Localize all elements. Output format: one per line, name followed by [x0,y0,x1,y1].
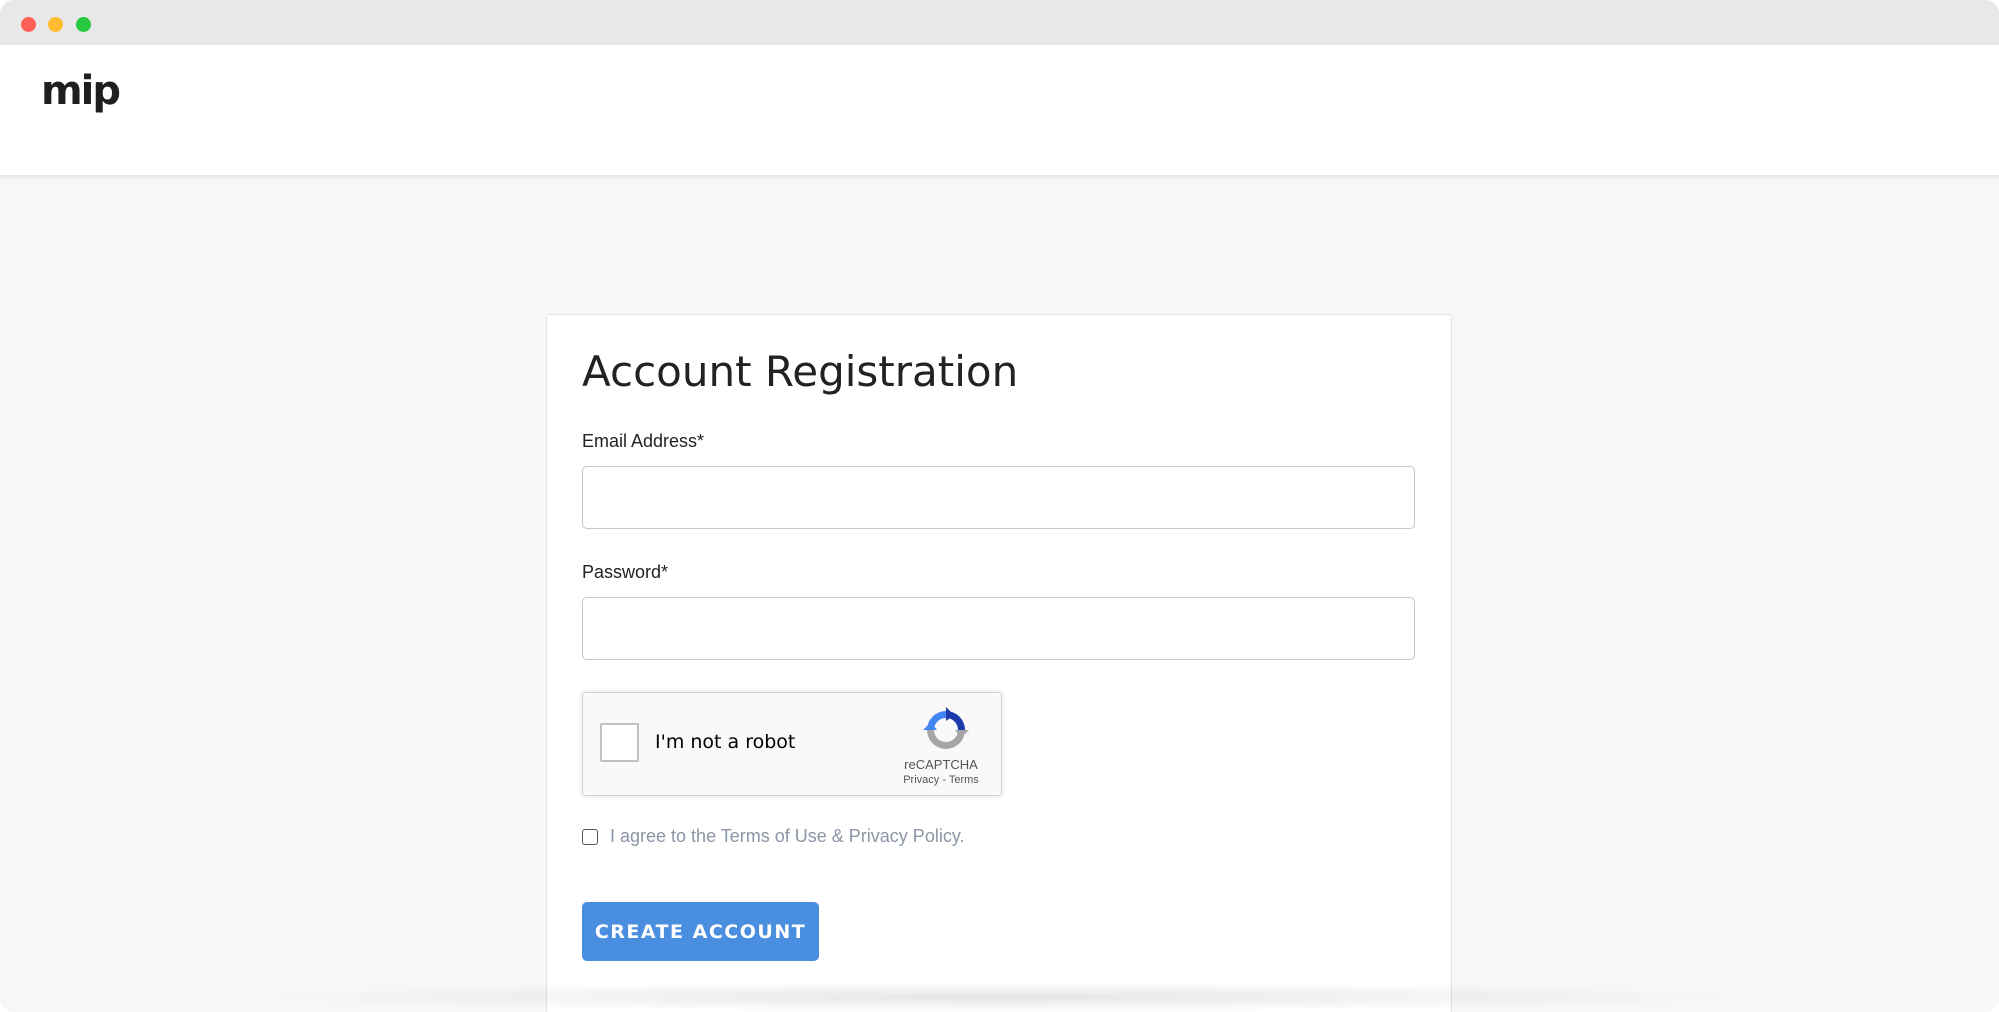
recaptcha-links: Privacy - Terms [881,774,1001,786]
terms-privacy-link[interactable]: Terms of Use & Privacy Policy [721,826,960,846]
zoom-window-button[interactable] [76,17,91,32]
terms-agreement-checkbox[interactable] [582,829,598,845]
recaptcha-terms-link[interactable]: Terms [949,774,979,786]
recaptcha-icon [923,707,969,749]
registration-card: Account Registration Email Address* Pass… [546,314,1452,1012]
site-logo[interactable]: mip [41,71,121,111]
recaptcha-privacy-link[interactable]: Privacy [903,774,939,786]
email-label: Email Address* [582,431,705,451]
email-field[interactable] [582,466,1415,529]
terms-agreement-suffix: . [959,826,965,846]
terms-agreement-label: I agree to the Terms of Use & Privacy Po… [610,826,965,847]
password-field[interactable] [582,597,1415,660]
recaptcha-label: I'm not a robot [655,731,796,753]
recaptcha-links-separator: - [939,774,949,786]
minimize-window-button[interactable] [48,17,63,32]
password-label: Password* [582,562,669,582]
close-window-button[interactable] [21,17,36,32]
recaptcha-widget: I'm not a robot reCAPTCHA Privacy - Term… [582,692,1002,796]
browser-window: mip Account Registration Email Address* … [0,0,1999,1012]
terms-agreement-prefix: I agree to the [610,826,721,846]
recaptcha-checkbox[interactable] [600,723,639,762]
page-title: Account Registration [582,347,1019,396]
create-account-button[interactable]: CREATE ACCOUNT [582,902,819,961]
window-titlebar [0,0,1999,45]
site-header: mip [0,45,1999,176]
recaptcha-brand: reCAPTCHA [904,757,978,772]
